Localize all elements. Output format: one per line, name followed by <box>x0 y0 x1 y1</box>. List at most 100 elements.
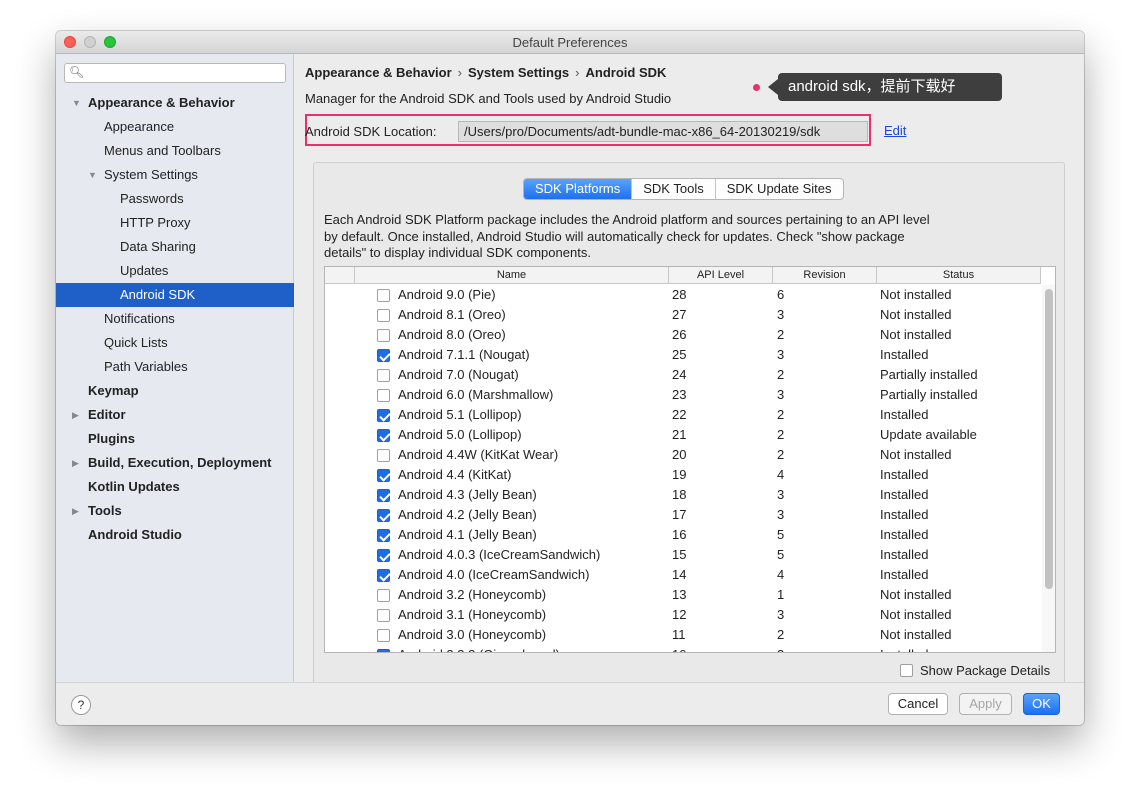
settings-search-input[interactable]: 🔍︎ <box>64 63 286 83</box>
sdk-location-field[interactable]: /Users/pro/Documents/adt-bundle-mac-x86_… <box>458 121 868 142</box>
cell-name: Android 9.0 (Pie) <box>398 287 496 302</box>
table-row[interactable]: Android 5.0 (Lollipop) 21 2 Update availabl… <box>325 425 1041 445</box>
table-row[interactable]: Android 3.0 (Honeycomb) 11 2 Not installed <box>325 625 1041 645</box>
expand-arrow-icon[interactable]: ▶ <box>72 403 79 427</box>
table-row[interactable]: Android 9.0 (Pie) 28 6 Not installed <box>325 285 1041 305</box>
row-checkbox[interactable] <box>377 609 390 622</box>
sidebar-item[interactable]: Plugins <box>56 427 294 451</box>
checkbox-box[interactable] <box>900 664 913 677</box>
row-checkbox[interactable] <box>377 349 390 362</box>
edit-sdk-location-link[interactable]: Edit <box>884 123 906 138</box>
cell-name: Android 7.0 (Nougat) <box>398 367 519 382</box>
row-checkbox[interactable] <box>377 549 390 562</box>
close-window-icon[interactable] <box>64 36 76 48</box>
cell-rev: 2 <box>777 447 785 462</box>
row-checkbox[interactable] <box>377 649 390 652</box>
breadcrumb-item: Appearance & Behavior <box>305 65 452 80</box>
ok-button[interactable]: OK <box>1023 693 1060 715</box>
sidebar-item[interactable]: HTTP Proxy <box>56 211 294 235</box>
table-row[interactable]: Android 4.2 (Jelly Bean) 17 3 Installed <box>325 505 1041 525</box>
collapse-arrow-icon[interactable]: ▼ <box>72 91 81 115</box>
help-button[interactable]: ? <box>71 695 91 715</box>
sidebar-item[interactable]: Android SDK <box>56 283 294 307</box>
row-checkbox[interactable] <box>377 429 390 442</box>
row-checkbox[interactable] <box>377 489 390 502</box>
breadcrumb-item: Android SDK <box>585 65 667 80</box>
sidebar-item[interactable]: ▶ Build, Execution, Deployment <box>56 451 294 475</box>
row-checkbox[interactable] <box>377 449 390 462</box>
row-checkbox[interactable] <box>377 509 390 522</box>
zoom-window-icon[interactable] <box>104 36 116 48</box>
cell-rev: 2 <box>777 367 785 382</box>
row-checkbox[interactable] <box>377 529 390 542</box>
sidebar-item[interactable]: Kotlin Updates <box>56 475 294 499</box>
sidebar-item[interactable]: Quick Lists <box>56 331 294 355</box>
tab-sdk-platforms[interactable]: SDK Platforms <box>524 179 633 199</box>
table-row[interactable]: Android 4.0.3 (IceCreamSandwich) 15 5 Insta… <box>325 545 1041 565</box>
cell-api: 24 <box>672 367 687 382</box>
table-row[interactable]: Android 8.1 (Oreo) 27 3 Not installed <box>325 305 1041 325</box>
sidebar-item[interactable]: ▼ System Settings <box>56 163 294 187</box>
table-row[interactable]: Android 2.3.3 (Gingerbread) 10 2 Installed <box>325 645 1041 652</box>
expand-arrow-icon[interactable]: ▶ <box>72 451 79 475</box>
column-header-select[interactable] <box>325 267 355 284</box>
cancel-button[interactable]: Cancel <box>888 693 948 715</box>
sidebar-item-label: Tools <box>88 503 122 518</box>
row-checkbox[interactable] <box>377 629 390 642</box>
table-scrollbar[interactable] <box>1042 285 1055 652</box>
table-row[interactable]: Android 8.0 (Oreo) 26 2 Not installed <box>325 325 1041 345</box>
column-header-revision[interactable]: Revision <box>773 267 877 284</box>
tab-sdk-tools[interactable]: SDK Tools <box>632 179 716 199</box>
table-row[interactable]: Android 6.0 (Marshmallow) 23 3 Partially in… <box>325 385 1041 405</box>
table-row[interactable]: Android 3.1 (Honeycomb) 12 3 Not installed <box>325 605 1041 625</box>
sidebar-item[interactable]: ▶ Tools <box>56 499 294 523</box>
collapse-arrow-icon[interactable]: ▼ <box>88 163 97 187</box>
sidebar-item-label: Data Sharing <box>120 239 196 254</box>
column-header-status[interactable]: Status <box>877 267 1041 284</box>
row-checkbox[interactable] <box>377 329 390 342</box>
row-checkbox[interactable] <box>377 469 390 482</box>
apply-button[interactable]: Apply <box>959 693 1012 715</box>
cell-status: Installed <box>880 347 929 362</box>
row-checkbox[interactable] <box>377 589 390 602</box>
cell-rev: 2 <box>777 407 785 422</box>
table-row[interactable]: Android 4.4W (KitKat Wear) 20 2 Not install… <box>325 445 1041 465</box>
sidebar-item[interactable]: Data Sharing <box>56 235 294 259</box>
sidebar-item[interactable]: Keymap <box>56 379 294 403</box>
table-row[interactable]: Android 4.4 (KitKat) 19 4 Installed <box>325 465 1041 485</box>
cell-rev: 6 <box>777 287 785 302</box>
sidebar-item[interactable]: Appearance <box>56 115 294 139</box>
tab-sdk-update-sites[interactable]: SDK Update Sites <box>716 179 843 199</box>
row-checkbox[interactable] <box>377 389 390 402</box>
show-package-details-checkbox[interactable]: Show Package Details <box>900 663 1050 678</box>
sidebar-item[interactable]: Notifications <box>56 307 294 331</box>
table-row[interactable]: Android 7.1.1 (Nougat) 25 3 Installed <box>325 345 1041 365</box>
sidebar-item-label: Editor <box>88 407 126 422</box>
table-row[interactable]: Android 4.3 (Jelly Bean) 18 3 Installed <box>325 485 1041 505</box>
column-header-name[interactable]: Name <box>355 267 669 284</box>
row-checkbox[interactable] <box>377 569 390 582</box>
row-checkbox[interactable] <box>377 309 390 322</box>
sidebar-item[interactable]: Passwords <box>56 187 294 211</box>
column-header-api-level[interactable]: API Level <box>669 267 773 284</box>
table-row[interactable]: Android 5.1 (Lollipop) 22 2 Installed <box>325 405 1041 425</box>
minimize-window-icon[interactable] <box>84 36 96 48</box>
table-row[interactable]: Android 7.0 (Nougat) 24 2 Partially install… <box>325 365 1041 385</box>
sidebar-item[interactable]: Updates <box>56 259 294 283</box>
sidebar-item[interactable]: Menus and Toolbars <box>56 139 294 163</box>
sidebar-item[interactable]: ▶ Editor <box>56 403 294 427</box>
cell-name: Android 4.4W (KitKat Wear) <box>398 447 559 462</box>
row-checkbox[interactable] <box>377 289 390 302</box>
row-checkbox[interactable] <box>377 409 390 422</box>
row-checkbox[interactable] <box>377 369 390 382</box>
sidebar-item[interactable]: ▼ Appearance & Behavior <box>56 91 294 115</box>
cell-status: Installed <box>880 527 929 542</box>
expand-arrow-icon[interactable]: ▶ <box>72 499 79 523</box>
table-row[interactable]: Android 4.1 (Jelly Bean) 16 5 Installed <box>325 525 1041 545</box>
cell-name: Android 4.4 (KitKat) <box>398 467 512 482</box>
table-row[interactable]: Android 4.0 (IceCreamSandwich) 14 4 Install… <box>325 565 1041 585</box>
sidebar-item[interactable]: Android Studio <box>56 523 294 547</box>
sidebar-item[interactable]: Path Variables <box>56 355 294 379</box>
table-row[interactable]: Android 3.2 (Honeycomb) 13 1 Not installed <box>325 585 1041 605</box>
scrollbar-thumb[interactable] <box>1045 289 1053 589</box>
